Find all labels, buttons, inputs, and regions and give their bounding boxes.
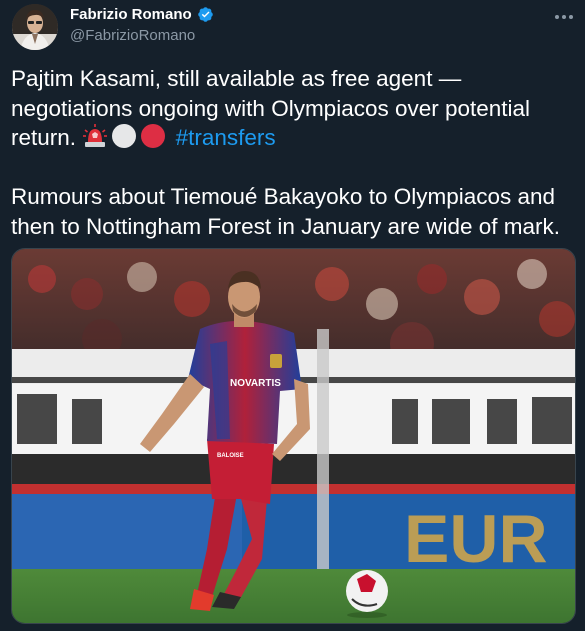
avatar[interactable] <box>12 4 58 50</box>
shirt-sponsor: NOVARTIS <box>230 378 281 389</box>
author-display-name[interactable]: Fabrizio Romano <box>70 6 192 23</box>
tweet-photo[interactable]: EUR NOVARTIS BALOISE <box>11 248 576 624</box>
tweet-paragraph-1: Pajtim Kasami, still available as free a… <box>11 64 577 153</box>
tweet-paragraph-2: Rumours about Tiemoué Bakayoko to Olympi… <box>11 184 561 239</box>
author-name-row: Fabrizio Romano <box>70 6 214 23</box>
red-circle-icon <box>141 124 166 148</box>
more-options-icon[interactable] <box>553 6 575 28</box>
author-handle[interactable]: @FabrizioRomano <box>70 27 195 44</box>
tweet-card: Fabrizio Romano @FabrizioRomano Pajtim K… <box>0 0 585 631</box>
shorts-sponsor: BALOISE <box>217 453 244 459</box>
hashtag-transfers-link[interactable]: #transfers <box>176 125 276 150</box>
tweet-text: Pajtim Kasami, still available as free a… <box>11 64 577 241</box>
police-light-icon <box>83 124 108 147</box>
white-circle-icon <box>112 124 137 148</box>
ad-board-text: EUR <box>404 501 548 577</box>
verified-badge-icon <box>197 7 213 22</box>
